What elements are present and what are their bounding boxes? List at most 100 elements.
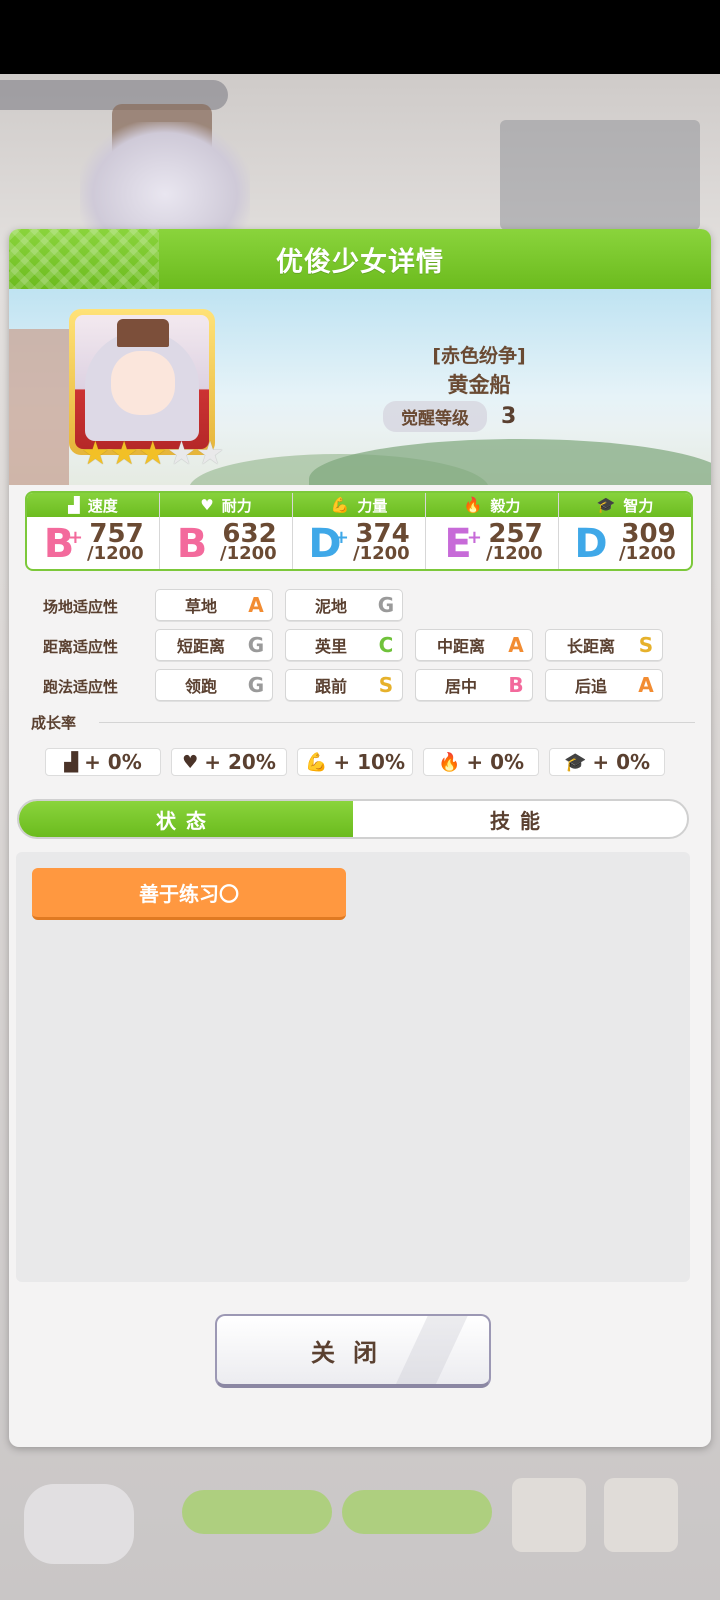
stat-value: 309 [621,519,676,549]
stat-speed: ▟ 速度 B + 757/1200 [27,493,160,569]
aptitude-field-row: 场地适应性 草地 A 泥地 G [9,589,711,623]
portrait-hat [117,319,169,347]
stat-value: 374 [355,519,410,549]
aptitude-cell: 泥地 G [285,589,403,621]
status-bar [0,0,720,74]
aptitude-name: 草地 [184,597,217,616]
graduation-cap-icon: 🎓 [563,751,587,773]
aptitude-name: 中距离 [436,637,485,656]
growth-value: + 20% [204,750,276,774]
background-back-button [24,1484,134,1564]
stat-label: 力量 [357,496,388,515]
stat-header: 💪 力量 [293,493,425,517]
stat-numbers: 257/1200 [486,521,543,564]
stat-grade: D [569,524,613,564]
muscle-icon: 💪 [304,751,328,773]
aptitude-cell: 长距离 S [545,629,663,661]
aptitude-grade: G [247,673,265,697]
stat-numbers: 632/1200 [220,519,277,564]
aptitude-distance-row: 距离适应性 短距离 G 英里 C 中距离 A 长距离 S [9,629,711,663]
stat-grade-letter: D [574,521,608,567]
stat-numbers: 374/1200 [353,519,410,564]
growth-guts: 🔥 + 0% [423,748,539,776]
aptitude-distance-label: 距离适应性 [43,638,119,656]
stat-stamina: ♥ 耐力 B 632/1200 [160,493,293,569]
star-filled-icon: ★ [138,434,168,472]
star-filled-icon: ★ [81,434,110,472]
aptitude-grade: A [508,633,524,657]
character-detail-dialog: 优俊少女详情 ★ ★ ★ ★ ★ [赤色纷争] 黄金船 觉醒等级 3 ▟ 速度 B + 75… [9,229,711,1447]
growth-value: + 0% [592,750,651,774]
aptitude-name: 领跑 [184,677,217,696]
dialog-header: 优俊少女详情 [9,229,711,289]
hero-background-building [9,329,69,485]
graduation-cap-icon: 🎓 [596,496,616,514]
background-menu-button [604,1478,678,1552]
stat-wisdom: 🎓 智力 D 309/1200 [559,493,691,569]
heart-icon: ♥ [200,496,214,514]
flame-icon: 🔥 [463,496,483,514]
growth-stamina: ♥ + 20% [171,748,287,776]
tab-skills[interactable]: 技能 [353,801,687,837]
portrait-face [111,351,175,415]
aptitude-name: 长距离 [566,637,615,656]
background-green-button-2 [342,1490,492,1534]
stat-max: /1200 [486,543,543,564]
stat-max: /1200 [353,543,410,564]
aptitude-grade: C [378,633,394,657]
aptitude-name: 跟前 [314,677,347,696]
background-machine [500,120,700,230]
aptitude-style-row: 跑法适应性 领跑 G 跟前 S 居中 B 后追 A [9,669,711,703]
aptitude-grade: S [378,673,394,697]
star-empty-icon: ★ [167,434,196,472]
stat-header: 🔥 毅力 [426,493,558,517]
background-avatar-button [512,1478,586,1552]
growth-power: 💪 + 10% [297,748,413,776]
stat-body: B + 757/1200 [27,517,159,569]
aptitude-cell: 草地 A [155,589,273,621]
hero-background-hill [309,439,711,485]
awaken-value: 3 [501,404,517,429]
stat-grade: B [170,524,214,564]
status-condition-chip[interactable]: 善于练习〇 [32,868,346,920]
stat-body: D + 374/1200 [293,517,425,569]
aptitude-name: 后追 [574,677,607,696]
aptitude-name: 短距离 [176,637,225,656]
character-hero: ★ ★ ★ ★ ★ [赤色纷争] 黄金船 觉醒等级 3 [9,289,711,485]
detail-tabs: 状态 技能 [17,799,689,839]
aptitude-grade: G [247,633,265,657]
heart-icon: ♥ [182,751,199,773]
stat-body: B 632/1200 [160,517,292,569]
shoe-icon: ▟ [64,751,79,773]
aptitude-cell: 居中 B [415,669,533,701]
stat-value: 757 [89,519,144,549]
stat-body: E + 257/1200 [426,517,558,569]
star-filled-icon: ★ [109,434,139,472]
stat-grade-plus: + [333,527,349,548]
aptitude-cell: 中距离 A [415,629,533,661]
stat-numbers: 757/1200 [87,519,144,564]
stat-value: 632 [222,519,277,549]
awaken-label: 觉醒等级 [383,401,487,432]
tab-status[interactable]: 状态 [19,801,353,837]
aptitude-name: 英里 [314,637,347,656]
stat-guts: 🔥 毅力 E + 257/1200 [426,493,559,569]
growth-divider [99,722,695,723]
stat-grade-plus: + [67,527,83,548]
stat-label: 耐力 [221,496,252,515]
character-name: 黄金船 [447,373,511,397]
close-button[interactable]: 关闭 [215,1314,491,1388]
growth-value: + 0% [466,750,525,774]
stats-panel: ▟ 速度 B + 757/1200 ♥ 耐力 B 632/1200 💪 力量 D + 37… [25,491,693,571]
aptitude-grade: A [248,593,264,617]
status-content-panel: 善于练习〇 [16,852,690,1282]
aptitude-cell: 后追 A [545,669,663,701]
stat-label: 智力 [623,496,654,515]
growth-value: + 0% [84,750,142,774]
shoe-icon: ▟ [68,496,80,514]
stat-max: /1200 [619,543,676,564]
background-green-button-1 [182,1490,332,1534]
aptitude-grade: A [638,673,654,697]
stat-grade-plus: + [466,527,482,548]
stat-header: ▟ 速度 [27,493,159,517]
